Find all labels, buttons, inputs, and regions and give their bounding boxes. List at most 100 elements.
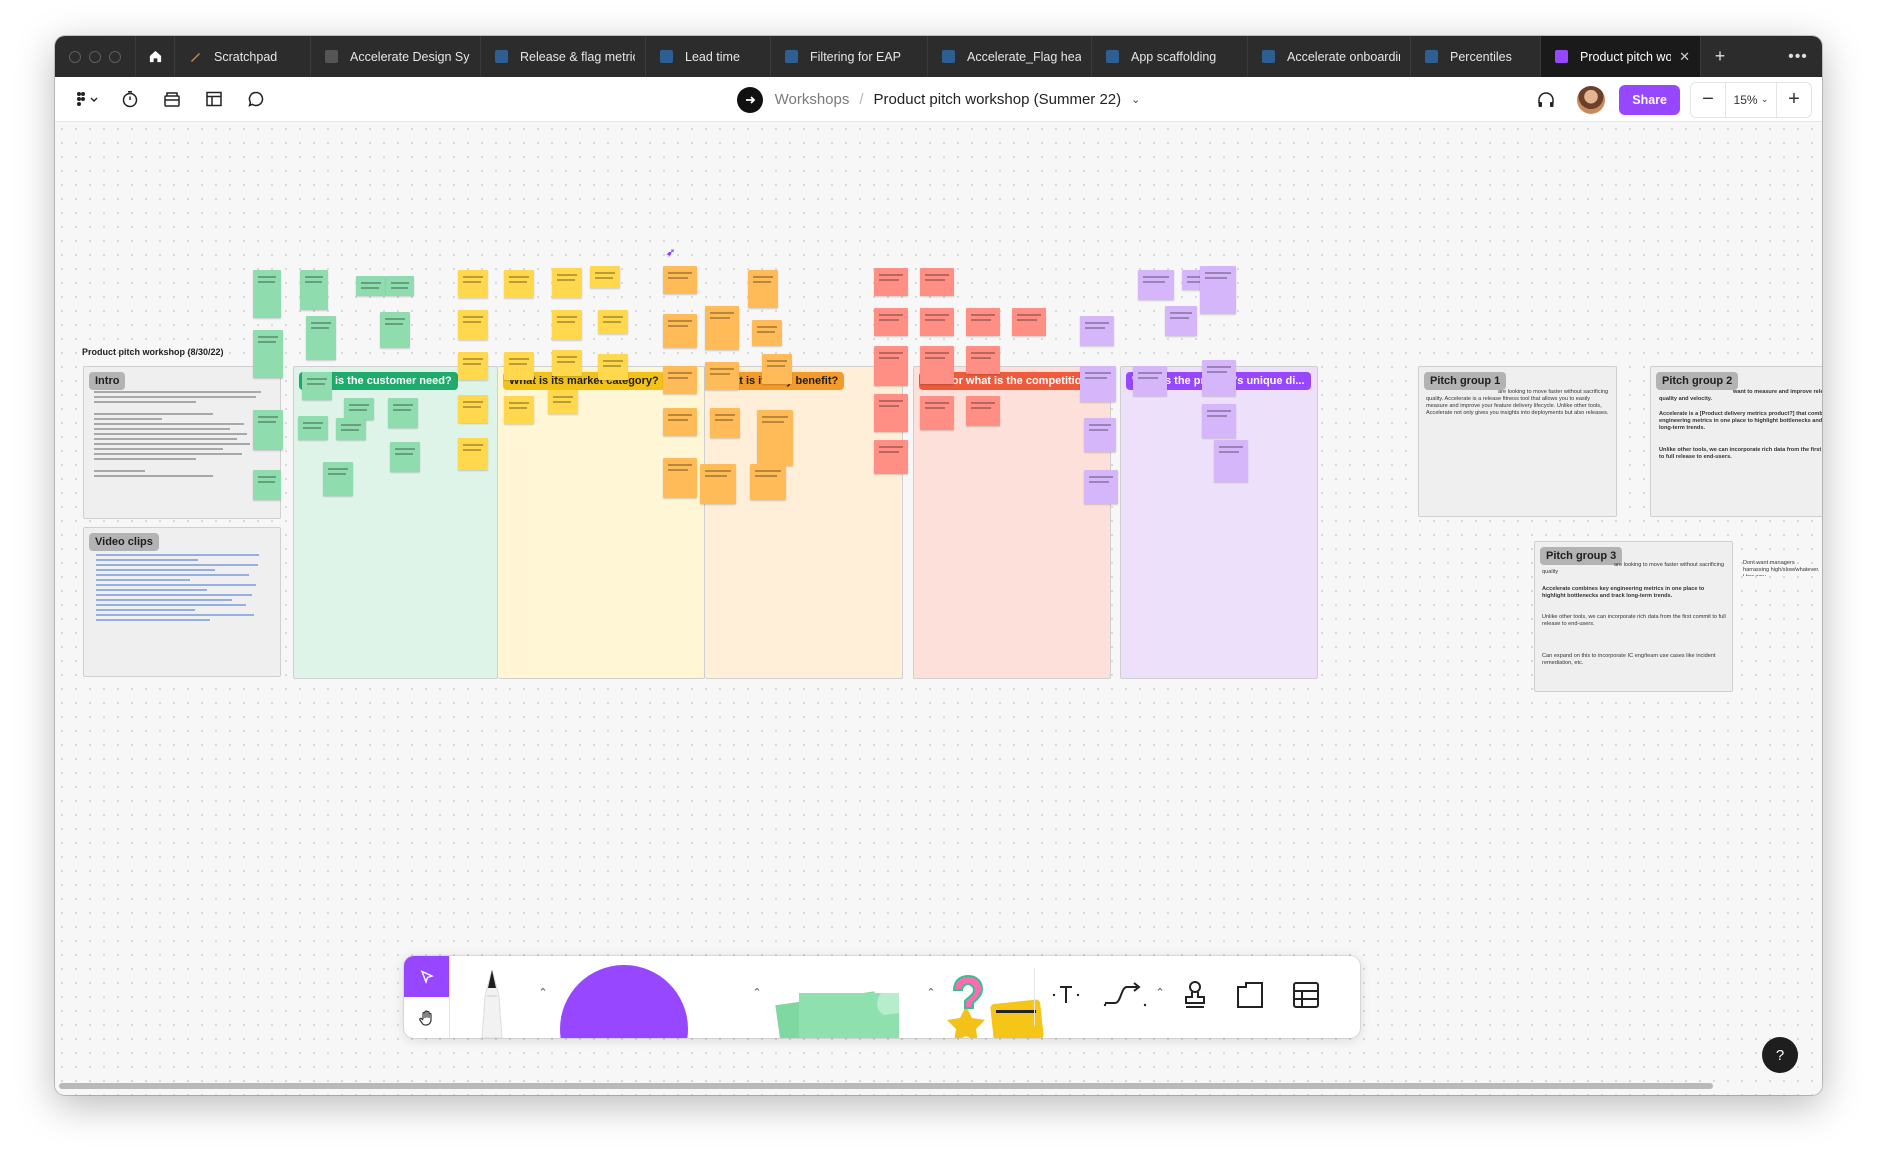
avatar[interactable] bbox=[1577, 85, 1606, 114]
sticky-note[interactable] bbox=[380, 312, 410, 348]
tab-app-scaffolding[interactable]: App scaffolding bbox=[1092, 36, 1248, 77]
sticky-note[interactable] bbox=[1200, 266, 1236, 314]
sticky-note[interactable] bbox=[1214, 440, 1248, 482]
sticky-note-tool-button[interactable] bbox=[769, 968, 909, 1038]
sticky-note[interactable] bbox=[458, 438, 488, 470]
help-button[interactable]: ? bbox=[1762, 1037, 1798, 1073]
close-tab-icon[interactable]: ✕ bbox=[1679, 49, 1690, 65]
marker-tool-button[interactable] bbox=[470, 968, 514, 1038]
sticky-note[interactable] bbox=[504, 270, 534, 298]
templates-button[interactable] bbox=[193, 81, 235, 117]
sticky-note[interactable] bbox=[757, 410, 793, 466]
sticky-note[interactable] bbox=[458, 352, 488, 380]
zoom-level-dropdown[interactable]: 15% ⌄ bbox=[1726, 81, 1776, 118]
sticky-note[interactable] bbox=[1165, 306, 1197, 336]
tab-overflow-menu[interactable]: ••• bbox=[1774, 36, 1822, 77]
sticky-note[interactable] bbox=[663, 366, 697, 394]
section-pitch-group-1[interactable]: Pitch group 1 are looking to move faster… bbox=[1418, 366, 1617, 517]
sticky-note[interactable] bbox=[253, 270, 281, 318]
sticky-note[interactable] bbox=[298, 416, 328, 440]
sticky-note[interactable] bbox=[966, 346, 1000, 374]
maximize-window-button[interactable] bbox=[109, 50, 121, 63]
library-button[interactable] bbox=[151, 81, 193, 117]
sticky-note[interactable] bbox=[663, 458, 697, 498]
tab-accelerate-onboarding[interactable]: Accelerate onboardin bbox=[1248, 36, 1411, 77]
chevron-down-icon[interactable]: ⌄ bbox=[1131, 93, 1140, 106]
tab-product-pitch-workshop[interactable]: Product pitch work ✕ bbox=[1541, 36, 1701, 77]
sticky-note[interactable] bbox=[548, 390, 578, 414]
sticky-note[interactable] bbox=[700, 464, 736, 504]
sticky-note[interactable] bbox=[598, 310, 628, 334]
sticky-note[interactable] bbox=[504, 352, 534, 380]
tab-lead-time[interactable]: Lead time bbox=[646, 36, 771, 77]
sticky-note[interactable] bbox=[356, 276, 386, 296]
comments-button[interactable] bbox=[235, 81, 277, 117]
sticky-note[interactable] bbox=[874, 308, 908, 336]
sticky-note[interactable] bbox=[390, 442, 420, 472]
home-button[interactable] bbox=[135, 36, 175, 77]
sticky-note[interactable] bbox=[336, 418, 366, 440]
sticky-note[interactable] bbox=[253, 330, 283, 378]
share-button[interactable]: Share bbox=[1619, 84, 1680, 115]
section-intro[interactable]: Intro bbox=[83, 366, 281, 519]
sticky-note[interactable] bbox=[663, 266, 697, 294]
sticky-note[interactable] bbox=[323, 462, 353, 496]
sticky-note[interactable] bbox=[663, 314, 697, 348]
tab-release-flag-metrics[interactable]: Release & flag metric bbox=[481, 36, 646, 77]
sticky-note[interactable] bbox=[705, 306, 739, 350]
zoom-in-button[interactable]: + bbox=[1776, 81, 1812, 118]
sticky-note[interactable] bbox=[1080, 316, 1114, 346]
sticky-note[interactable] bbox=[663, 408, 697, 436]
sticky-note[interactable] bbox=[306, 316, 336, 360]
tab-accelerate-design-system[interactable]: Accelerate Design Sy bbox=[311, 36, 481, 77]
sticky-note[interactable] bbox=[1084, 470, 1118, 504]
sticky-note[interactable] bbox=[966, 396, 1000, 426]
sticky-note[interactable] bbox=[1133, 366, 1167, 396]
sticky-note[interactable] bbox=[920, 346, 954, 384]
sticky-note[interactable] bbox=[386, 276, 414, 296]
sticky-note[interactable] bbox=[874, 394, 908, 432]
sticky-note[interactable] bbox=[552, 310, 582, 340]
sticky-note[interactable] bbox=[1084, 418, 1116, 452]
breadcrumb-project[interactable]: Workshops bbox=[775, 91, 850, 108]
table-tool-button[interactable] bbox=[1286, 975, 1326, 1015]
main-menu-button[interactable] bbox=[67, 81, 109, 117]
section-video-clips[interactable]: Video clips bbox=[83, 527, 281, 677]
sticky-note[interactable] bbox=[458, 310, 488, 340]
horizontal-scrollbar[interactable] bbox=[59, 1083, 1713, 1089]
sticky-note[interactable] bbox=[1080, 366, 1116, 402]
sticky-note[interactable] bbox=[874, 346, 908, 386]
file-name[interactable]: Product pitch workshop (Summer 22) bbox=[874, 91, 1122, 108]
sticky-note[interactable] bbox=[1202, 404, 1236, 438]
sticky-note[interactable] bbox=[1202, 360, 1236, 396]
sticky-note[interactable] bbox=[920, 268, 954, 296]
sticky-note[interactable] bbox=[388, 398, 418, 428]
sticky-note[interactable] bbox=[598, 354, 628, 380]
sticky-note[interactable] bbox=[458, 270, 488, 298]
sticky-note[interactable] bbox=[750, 464, 786, 500]
section-pitch-group-2[interactable]: Pitch group 2 want to measure and improv… bbox=[1650, 366, 1822, 517]
sticky-note[interactable] bbox=[458, 395, 488, 423]
sticky-note[interactable] bbox=[920, 396, 954, 430]
sticky-note[interactable] bbox=[874, 440, 908, 474]
sticky-note[interactable] bbox=[552, 350, 582, 376]
section-tool-button[interactable] bbox=[1230, 975, 1270, 1015]
sticky-note[interactable] bbox=[710, 408, 740, 438]
sticky-note[interactable] bbox=[504, 396, 534, 424]
sticky-note[interactable] bbox=[253, 470, 281, 500]
chevron-up-icon[interactable]: ⌃ bbox=[535, 986, 551, 1002]
minimize-window-button[interactable] bbox=[89, 50, 101, 63]
tab-filtering-eap[interactable]: Filtering for EAP bbox=[771, 36, 928, 77]
board-canvas[interactable]: ➶ Product pitch workshop (8/30/22) Intro… bbox=[55, 122, 1822, 1095]
sticky-note[interactable] bbox=[1138, 270, 1174, 300]
chevron-up-icon[interactable]: ⌃ bbox=[749, 986, 765, 1002]
select-tool-button[interactable] bbox=[404, 956, 449, 997]
audio-button[interactable] bbox=[1525, 82, 1567, 118]
sticky-note[interactable] bbox=[748, 270, 778, 308]
sticky-note[interactable] bbox=[590, 266, 620, 288]
section-pitch-group-3[interactable]: Pitch group 3 are looking to move faster… bbox=[1534, 541, 1733, 692]
sticky-note[interactable] bbox=[920, 308, 954, 336]
sticky-note[interactable] bbox=[300, 270, 328, 310]
sticky-note[interactable] bbox=[302, 372, 332, 400]
sticky-note[interactable] bbox=[966, 308, 1000, 336]
